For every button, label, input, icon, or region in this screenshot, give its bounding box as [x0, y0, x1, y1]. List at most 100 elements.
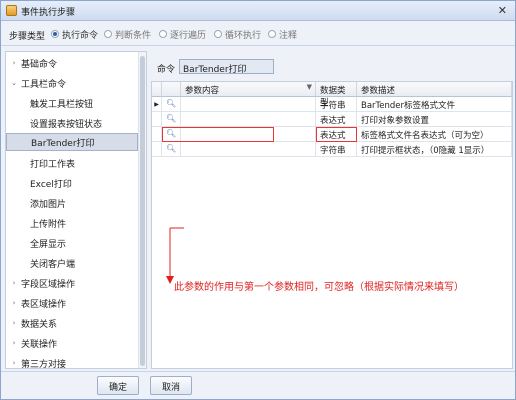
- table-row[interactable]: 🔍︎ 表达式 标签格式文件名表达式（可为空）: [152, 127, 512, 142]
- tree-item-label: Excel打印: [30, 179, 72, 190]
- radio-label: 注释: [279, 30, 298, 41]
- param-content-cell[interactable]: [181, 97, 316, 112]
- search-icon[interactable]: 🔍︎: [166, 144, 176, 153]
- row-indicator-icon: ▶: [152, 97, 162, 112]
- app-icon: [6, 5, 17, 16]
- close-icon[interactable]: ✕: [498, 4, 507, 17]
- command-panel: 命令 BarTender打印 参数内容 ▼ 数据类型 参数描述 ▶ 🔍︎ 字符串…: [151, 51, 513, 369]
- param-type-cell: 表达式: [316, 127, 357, 142]
- chevron-right-icon[interactable]: ›: [9, 279, 19, 287]
- chevron-right-icon[interactable]: ›: [9, 339, 19, 347]
- param-desc-cell: 打印对象参数设置: [357, 112, 512, 127]
- tree-item-label: 全屏显示: [30, 239, 67, 250]
- table-row[interactable]: 🔍︎ 表达式 打印对象参数设置: [152, 112, 512, 127]
- tree-item-label: 字段区域操作: [21, 279, 76, 290]
- command-label: 命令: [157, 65, 176, 75]
- command-tree[interactable]: › 基础命令 ⌄ 工具栏命令 触发工具栏按钮 设置报表按钮状态 BarTende…: [5, 51, 147, 369]
- step-type-label: 步骤类型: [9, 32, 46, 42]
- param-content-cell[interactable]: [181, 127, 316, 142]
- tree-item-print-worksheet[interactable]: 打印工作表: [6, 154, 138, 172]
- tree-item-table-area-ops[interactable]: › 表区域操作: [6, 294, 138, 312]
- command-field: BarTender打印: [179, 59, 274, 75]
- filter-icon[interactable]: ▼: [307, 83, 312, 91]
- chevron-right-icon[interactable]: ›: [9, 319, 19, 327]
- tree-item-trigger-toolbar-button[interactable]: 触发工具栏按钮: [6, 94, 138, 112]
- chevron-right-icon[interactable]: ›: [9, 299, 19, 307]
- table-row[interactable]: ▶ 🔍︎ 字符串 BarTender标签格式文件: [152, 97, 512, 112]
- lookup-cell[interactable]: 🔍︎: [162, 127, 181, 142]
- radio-comment[interactable]: 注释: [268, 28, 298, 41]
- cancel-button[interactable]: 取消: [150, 376, 192, 395]
- chevron-down-icon[interactable]: ⌄: [9, 79, 19, 87]
- radio-label: 执行命令: [62, 30, 99, 41]
- param-type-cell: 字符串: [316, 97, 357, 112]
- tree-item-label: 触发工具栏按钮: [30, 99, 94, 110]
- annotation-note: 此参数的作用与第一个参数相同，可忽略（根据实际情况来填写）: [174, 282, 464, 293]
- search-icon[interactable]: 🔍︎: [166, 99, 176, 108]
- tree-item-label: 添加图片: [30, 199, 67, 210]
- tree-item-excel-print[interactable]: Excel打印: [6, 174, 138, 192]
- grid-header-indicator: [152, 82, 162, 97]
- scroll-thumb[interactable]: [140, 56, 145, 366]
- grid-header-type[interactable]: 数据类型: [316, 82, 357, 108]
- tree-item-label: 关联操作: [21, 339, 58, 350]
- tree-item-set-button-state[interactable]: 设置报表按钮状态: [6, 114, 138, 132]
- param-type-cell: 字符串: [316, 142, 357, 157]
- tree-item-label: 设置报表按钮状态: [30, 119, 103, 130]
- search-icon[interactable]: 🔍︎: [166, 129, 176, 138]
- lookup-cell[interactable]: 🔍︎: [162, 97, 181, 112]
- radio-dot: [104, 30, 112, 38]
- tree-item-data-relations[interactable]: › 数据关系: [6, 314, 138, 332]
- tree-item-label: 工具栏命令: [21, 79, 67, 90]
- radio-dot: [268, 30, 276, 38]
- row-indicator: [152, 142, 162, 157]
- tree-item-label: 基础命令: [21, 59, 58, 70]
- radio-execute-command[interactable]: 执行命令: [51, 28, 99, 41]
- chevron-right-icon[interactable]: ›: [9, 359, 19, 367]
- ok-button[interactable]: 确定: [97, 376, 139, 395]
- param-type-cell: 表达式: [316, 112, 357, 127]
- title-bar: 事件执行步骤 ✕: [1, 1, 515, 21]
- dialog-window: 事件执行步骤 ✕ 步骤类型 执行命令 判断条件 逐行遍历 循环执行 注释 › 基…: [0, 0, 516, 400]
- tree-item-label: 上传附件: [30, 219, 67, 230]
- radio-dot: [159, 30, 167, 38]
- tree-item-association-ops[interactable]: › 关联操作: [6, 334, 138, 352]
- tree-item-close-client[interactable]: 关闭客户端: [6, 254, 138, 272]
- radio-label: 逐行遍历: [170, 30, 207, 41]
- chevron-right-icon[interactable]: ›: [9, 59, 19, 67]
- tree-item-fullscreen[interactable]: 全屏显示: [6, 234, 138, 252]
- grid-header-lookup: [162, 82, 181, 97]
- grid-header-desc[interactable]: 参数描述: [357, 82, 512, 97]
- lookup-cell[interactable]: 🔍︎: [162, 112, 181, 127]
- tree-item-field-area-ops[interactable]: › 字段区域操作: [6, 274, 138, 292]
- radio-loop[interactable]: 循环执行: [214, 28, 262, 41]
- radio-dot: [51, 30, 59, 38]
- tree-item-label: 关闭客户端: [30, 259, 76, 270]
- sidebar-scrollbar[interactable]: [138, 52, 146, 368]
- radio-row-traversal[interactable]: 逐行遍历: [159, 28, 207, 41]
- param-content-cell[interactable]: [181, 142, 316, 157]
- row-indicator: [152, 112, 162, 127]
- param-desc-cell: 标签格式文件名表达式（可为空）: [357, 127, 512, 142]
- param-content-cell[interactable]: [181, 112, 316, 127]
- radio-label: 循环执行: [225, 30, 262, 41]
- tree-item-basic-commands[interactable]: › 基础命令: [6, 54, 138, 72]
- tree-item-upload-attachment[interactable]: 上传附件: [6, 214, 138, 232]
- search-icon[interactable]: 🔍︎: [166, 114, 176, 123]
- lookup-cell[interactable]: 🔍︎: [162, 142, 181, 157]
- tree-item-label: BarTender打印: [31, 138, 95, 149]
- tree-item-toolbar-commands[interactable]: ⌄ 工具栏命令: [6, 74, 138, 92]
- tree-item-label: 表区域操作: [21, 299, 67, 310]
- grid-header-content[interactable]: 参数内容 ▼: [181, 82, 316, 97]
- radio-condition[interactable]: 判断条件: [104, 28, 152, 41]
- parameter-grid: 参数内容 ▼ 数据类型 参数描述 ▶ 🔍︎ 字符串 BarTender标签格式文…: [151, 81, 513, 369]
- radio-label: 判断条件: [115, 30, 152, 41]
- table-row[interactable]: 🔍︎ 字符串 打印提示框状态，（0隐藏 1显示）: [152, 142, 512, 157]
- tree-item-bartender-print[interactable]: BarTender打印: [6, 133, 138, 151]
- param-desc-cell: BarTender标签格式文件: [357, 97, 512, 112]
- tree-item-add-image[interactable]: 添加图片: [6, 194, 138, 212]
- tree-item-label: 第三方对接: [21, 359, 67, 369]
- step-type-row: 步骤类型 执行命令 判断条件 逐行遍历 循环执行 注释: [1, 22, 515, 46]
- tree-item-third-party[interactable]: › 第三方对接: [6, 354, 138, 369]
- dialog-footer: 确定 取消: [1, 371, 515, 399]
